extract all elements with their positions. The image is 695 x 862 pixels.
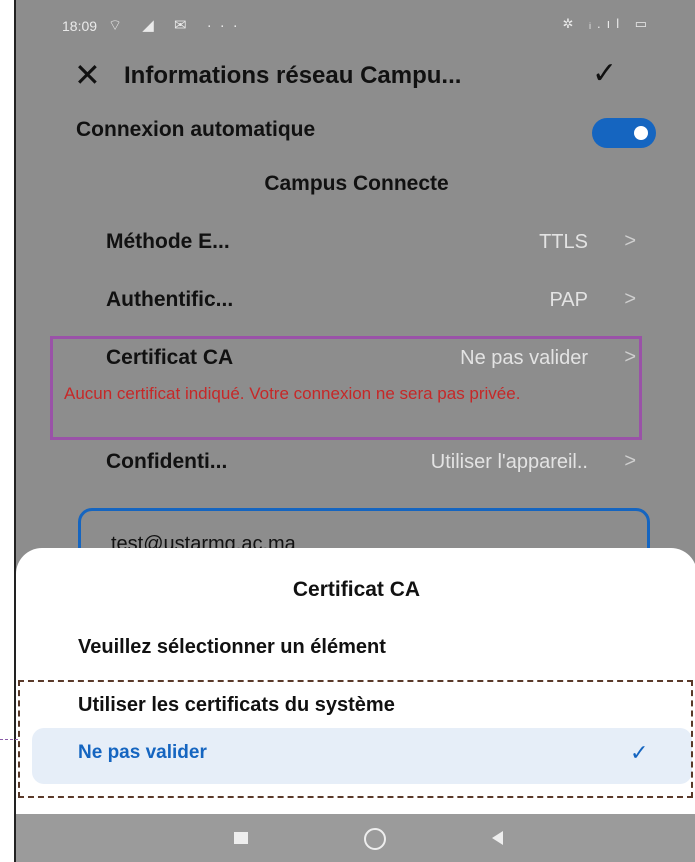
ca-certificate-label: Certificat CA <box>106 346 234 369</box>
eap-method-row[interactable]: Méthode E... TTLS > <box>106 226 636 262</box>
auto-connect-label: Connexion automatique <box>76 118 316 141</box>
authentication-label: Authentific... <box>106 288 234 311</box>
auto-connect-toggle[interactable] <box>592 118 656 148</box>
eap-method-value: TTLS <box>539 231 588 253</box>
chevron-right-icon: > <box>624 450 636 472</box>
top-app-bar: ✕ Informations réseau Campu... ✓ <box>16 52 695 102</box>
system-status-icons: ✲ ᵢ.ıl ▭ <box>562 16 653 31</box>
selection-annotation-box <box>18 680 693 798</box>
privacy-value: Utiliser l'appareil.. <box>430 451 588 473</box>
chevron-right-icon: > <box>624 288 636 310</box>
privacy-row[interactable]: Confidenti... Utiliser l'appareil.. > <box>106 446 636 482</box>
privacy-label: Confidenti... <box>106 450 228 473</box>
status-bar: 18:09 ⌔ ◢ ✉ ··· ✲ ᵢ.ıl ▭ <box>16 0 695 50</box>
close-icon[interactable]: ✕ <box>74 56 101 94</box>
eap-method-label: Méthode E... <box>106 230 230 253</box>
auto-connect-row[interactable]: Connexion automatique <box>76 114 656 150</box>
page-title: Informations réseau Campu... <box>124 62 462 89</box>
back-icon[interactable] <box>492 831 503 845</box>
ca-certificate-warning: Aucun certificat indiqué. Votre connexio… <box>64 384 521 403</box>
system-navigation-bar <box>16 814 695 862</box>
chevron-right-icon: > <box>624 346 636 368</box>
authentication-value: PAP <box>549 289 588 311</box>
notification-icons: ⌔ ◢ ✉ ··· <box>108 17 246 34</box>
annotation-pointer <box>0 739 18 740</box>
ca-certificate-row[interactable]: Certificat CA Ne pas valider > <box>106 342 636 378</box>
toggle-knob <box>634 126 648 140</box>
sheet-title: Certificat CA <box>292 578 421 601</box>
home-icon[interactable] <box>364 828 386 850</box>
chevron-right-icon: > <box>624 230 636 252</box>
sheet-prompt: Veuillez sélectionner un élément <box>78 636 386 658</box>
status-time: 18:09 <box>62 18 98 34</box>
recent-apps-icon[interactable] <box>234 832 248 844</box>
ca-certificate-value: Ne pas valider <box>460 347 588 369</box>
checkmark-icon[interactable]: ✓ <box>592 56 617 91</box>
network-name: Campus Connecte <box>264 172 449 195</box>
authentication-row[interactable]: Authentific... PAP > <box>106 284 636 320</box>
